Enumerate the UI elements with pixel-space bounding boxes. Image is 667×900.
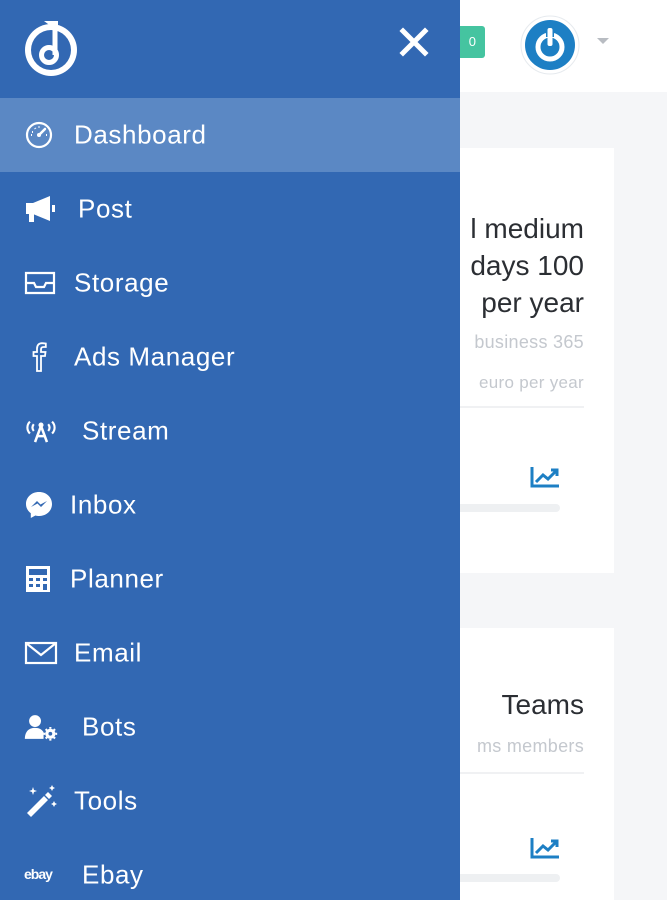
magic-wand-icon [24, 785, 58, 817]
sidebar-item-inbox[interactable]: Inbox [0, 468, 460, 542]
sidebar-item-label: Tools [74, 785, 138, 816]
plan-price: euro per year [478, 373, 584, 392]
sidebar-item-label: Ebay [82, 859, 144, 890]
plan-subtitle: ms members [476, 736, 584, 756]
messenger-icon [24, 489, 58, 521]
sidebar-item-label: Storage [74, 267, 170, 298]
power-icon [520, 15, 580, 75]
plan-title: Teams [501, 689, 584, 720]
sidebar-item-stream[interactable]: Stream [0, 394, 460, 468]
sidebar-item-label: Inbox [70, 489, 137, 520]
plan-title: l medium days 100 per year [470, 213, 584, 318]
calculator-icon [24, 563, 58, 595]
sidebar-item-tools[interactable]: Tools [0, 764, 460, 838]
sidebar-item-storage[interactable]: Storage [0, 246, 460, 320]
ebay-icon: ebay [24, 859, 68, 891]
sidebar-drawer: Dashboard Post Storage Ads Manager Strea… [0, 0, 460, 900]
sidebar-item-ebay[interactable]: ebay Ebay [0, 838, 460, 900]
svg-text:ebay: ebay [24, 866, 53, 882]
user-avatar[interactable] [520, 15, 580, 75]
dashboard-gauge-icon [24, 119, 58, 151]
close-button[interactable] [397, 25, 431, 59]
sidebar-item-dashboard[interactable]: Dashboard [0, 98, 460, 172]
users-cog-icon [24, 711, 58, 743]
facebook-icon [24, 341, 58, 373]
megaphone-icon [24, 193, 58, 225]
sidebar-item-post[interactable]: Post [0, 172, 460, 246]
line-chart-icon[interactable] [529, 465, 561, 489]
inbox-tray-icon [24, 267, 58, 299]
brand-logo[interactable] [22, 17, 80, 79]
line-chart-icon[interactable] [529, 836, 561, 860]
plan-subtitle: business 365 [474, 332, 584, 352]
sidebar-item-label: Email [74, 637, 143, 668]
sidebar-item-label: Stream [82, 415, 170, 446]
sidebar-item-label: Bots [82, 711, 137, 742]
envelope-icon [24, 637, 58, 669]
logo-icon [25, 21, 77, 76]
sidebar-item-label: Ads Manager [74, 341, 236, 372]
sidebar-item-bots[interactable]: Bots [0, 690, 460, 764]
sidebar-item-label: Post [78, 193, 133, 224]
chevron-down-icon[interactable] [597, 38, 609, 44]
app-root: 0 l medium days 100 per year business 36… [0, 0, 667, 900]
sidebar-item-ads-manager[interactable]: Ads Manager [0, 320, 460, 394]
sidebar-item-label: Dashboard [74, 119, 207, 150]
broadcast-tower-icon [24, 415, 58, 447]
close-icon [399, 27, 429, 57]
sidebar-item-email[interactable]: Email [0, 616, 460, 690]
sidebar-item-label: Planner [70, 563, 164, 594]
sidebar-item-planner[interactable]: Planner [0, 542, 460, 616]
